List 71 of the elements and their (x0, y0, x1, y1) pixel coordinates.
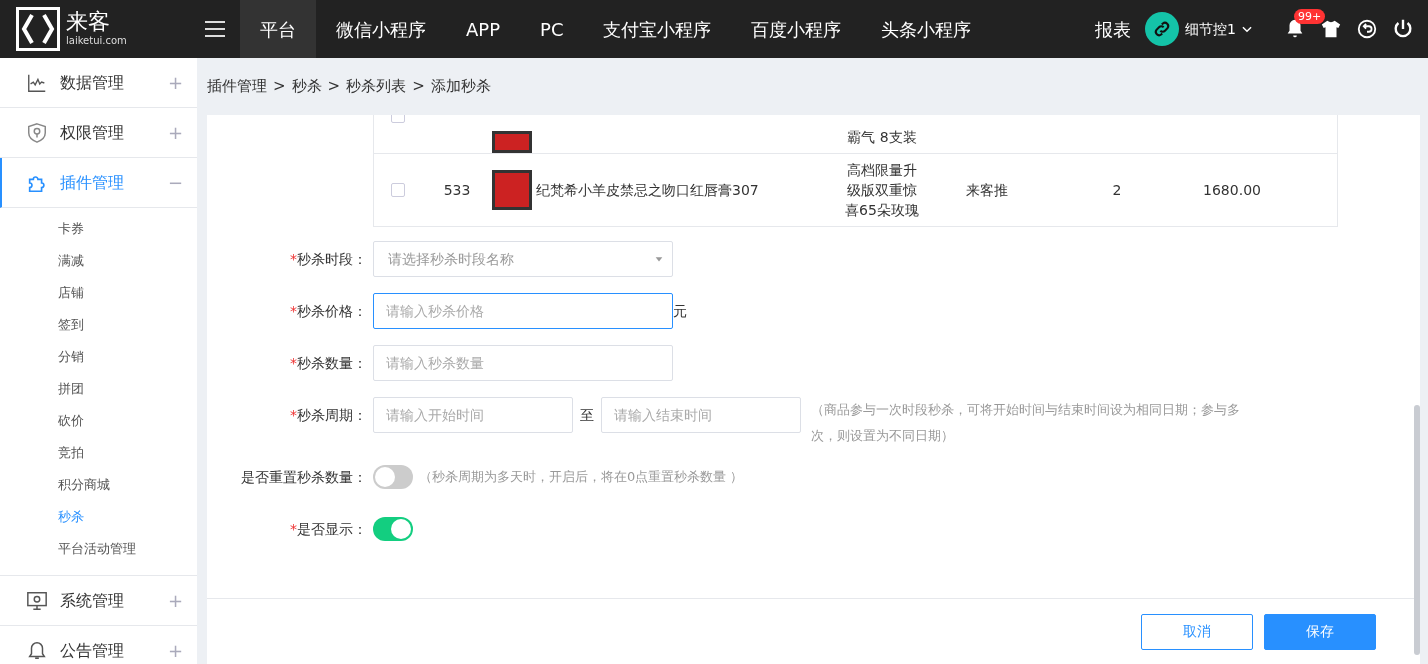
breadcrumb-item: 添加秒杀 (430, 76, 491, 98)
unit-label: 元 (673, 302, 687, 321)
nav-tab[interactable]: 微信小程序 (316, 0, 446, 58)
field-label: *秒杀时段： (290, 251, 367, 267)
range-separator: 至 (579, 406, 595, 425)
nav-tab[interactable]: 百度小程序 (731, 0, 862, 58)
submenu-item[interactable]: 竞拍 (0, 437, 197, 469)
table-cell: 来客推 (966, 181, 1008, 198)
table-cell: 霸气 8支装 (847, 129, 917, 145)
table-cell-text: 纪梵希小羊皮禁忌之吻口红唇膏307 (536, 180, 759, 200)
submenu-item[interactable]: 店铺 (0, 277, 197, 309)
scrollbar[interactable] (1414, 405, 1420, 655)
report-link[interactable]: 报表 (1095, 15, 1132, 43)
submenu-item[interactable]: 卡券 (0, 213, 197, 245)
table-cell: 高档限量升级版双重惊喜65朵玫瑰 (845, 162, 919, 218)
input-field[interactable]: 请输入秒杀价格 (373, 293, 673, 329)
field-label: *秒杀数量： (290, 355, 367, 371)
breadcrumb-item[interactable]: 秒杀 (291, 75, 322, 98)
table-cell: 1680.00 (1203, 181, 1261, 198)
nav-tab[interactable]: 平台 (240, 0, 316, 58)
submenu-item[interactable]: 签到 (0, 309, 197, 341)
sidebar-label: 系统管理 (60, 589, 124, 612)
photo-placeholder (492, 170, 532, 210)
submenu-item[interactable]: 拼团 (0, 373, 197, 405)
t-shirt-icon[interactable] (1320, 18, 1342, 40)
checkbox[interactable] (391, 183, 405, 197)
user-name[interactable]: 细节控1 (1185, 18, 1236, 40)
nav-tab[interactable]: APP (446, 0, 521, 58)
submenu-item[interactable]: 满减 (0, 245, 197, 277)
toggle-switch[interactable] (373, 465, 413, 489)
sidebar-label: 数据管理 (60, 71, 124, 94)
power-icon[interactable] (1392, 18, 1414, 40)
sidebar-item[interactable]: 公告管理 + (0, 626, 197, 664)
photo-placeholder (492, 131, 532, 153)
caret-icon (654, 254, 664, 264)
nav-tab[interactable]: 支付宝小程序 (583, 0, 732, 58)
avatar[interactable] (1145, 12, 1180, 46)
submenu-item[interactable]: 积分商城 (0, 469, 197, 501)
submenu-item[interactable]: 砍价 (0, 405, 197, 437)
sidebar-item[interactable]: 系统管理 + (0, 576, 197, 626)
table-cell: 2 (1112, 181, 1122, 198)
field-label: *秒杀价格： (290, 303, 367, 319)
sidebar-item[interactable]: 权限管理 + (0, 108, 197, 158)
nav-tab[interactable]: PC (520, 0, 584, 58)
breadcrumb-separator: > (412, 76, 425, 98)
sidebar-item[interactable]: 数据管理 + (0, 58, 197, 108)
submenu-item[interactable]: 分销 (0, 341, 197, 373)
field-label: 是否重置秒杀数量： (241, 469, 367, 485)
breadcrumb-separator: > (273, 76, 286, 98)
submenu-item[interactable]: 平台活动管理 (0, 533, 197, 565)
bell-icon (26, 639, 48, 662)
monitor-icon (26, 589, 48, 612)
nav-tab[interactable]: 头条小程序 (861, 0, 992, 58)
sidebar-label: 公告管理 (60, 639, 124, 662)
shield-icon (26, 121, 48, 144)
breadcrumb-separator: > (327, 76, 341, 98)
logo-domain: laiketui.com (66, 33, 127, 48)
undo-icon[interactable] (1356, 18, 1378, 40)
sidebar-label: 插件管理 (60, 171, 124, 194)
hint-text: （秒杀周期为多天时，开启后，将在0点重置秒杀数量 ） (419, 468, 744, 486)
sidebar-label: 权限管理 (60, 121, 124, 144)
field-label: *是否显示： (290, 521, 367, 537)
toggle-switch[interactable] (373, 517, 413, 541)
logo-text: 来客 (66, 10, 111, 33)
select-placeholder: 请选择秒杀时段名称 (388, 249, 514, 269)
logo-icon (16, 7, 60, 51)
breadcrumb-item[interactable]: 插件管理 (207, 75, 267, 98)
notification-badge: 99+ (1294, 9, 1326, 24)
breadcrumb-item[interactable]: 秒杀列表 (346, 75, 407, 98)
field-label: *秒杀周期： (290, 407, 367, 423)
table-cell: 533 (443, 181, 471, 198)
